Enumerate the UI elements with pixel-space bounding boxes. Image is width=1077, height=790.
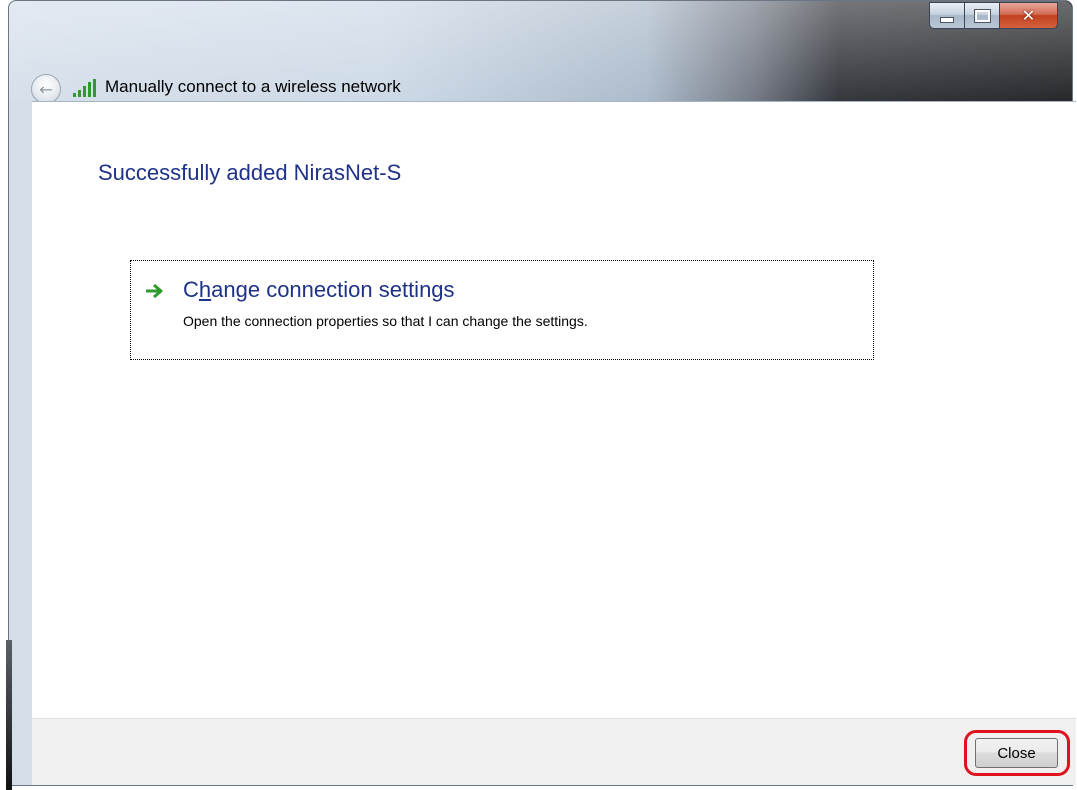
content-area: Successfully added NirasNet-S Change con…: [32, 101, 1076, 719]
close-window-button[interactable]: ✕: [1000, 2, 1058, 29]
close-icon: ✕: [1021, 6, 1036, 25]
green-arrow-icon: [146, 283, 163, 299]
option-title: Change connection settings: [183, 277, 455, 302]
caption-buttons: ✕: [929, 2, 1058, 29]
background-edge: [6, 640, 12, 790]
window-title: Manually connect to a wireless network: [105, 77, 401, 96]
minimize-icon: [940, 16, 954, 23]
back-arrow-icon: ←: [39, 79, 53, 99]
dialog-footer: Close: [32, 718, 1076, 785]
maximize-icon: [973, 8, 991, 23]
dialog-window: ✕ ← Manually connect to a wireless netwo…: [8, 0, 1076, 786]
wireless-signal-icon: [73, 79, 97, 97]
minimize-button[interactable]: [929, 2, 965, 29]
change-connection-settings-link[interactable]: Change connection settings Open the conn…: [130, 260, 874, 360]
page-heading: Successfully added NirasNet-S: [98, 160, 402, 185]
back-button[interactable]: ←: [31, 74, 61, 104]
close-button[interactable]: Close: [975, 738, 1058, 768]
maximize-button[interactable]: [965, 2, 1000, 29]
option-description: Open the connection properties so that I…: [183, 313, 588, 329]
